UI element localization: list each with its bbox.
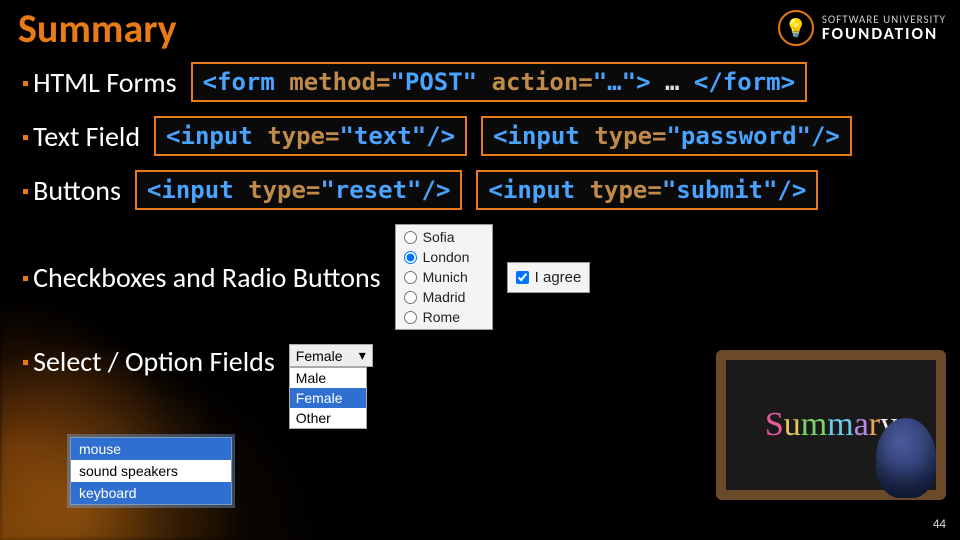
code-input-password: <input type="password"/> [481, 116, 852, 156]
dd-opt-other[interactable]: Other [290, 408, 366, 428]
listbox-demo[interactable]: mouse sound speakers keyboard [70, 437, 232, 505]
checkbox-iagree[interactable]: I agree [507, 262, 591, 293]
dd-opt-male[interactable]: Male [290, 368, 366, 388]
chevron-down-icon: ▾ [359, 347, 366, 364]
page-number: 44 [933, 517, 946, 532]
code-input-text: <input type="text"/> [154, 116, 467, 156]
bullet-text-field: ▪Text Field [22, 119, 140, 154]
mascot-icon [876, 418, 936, 498]
dd-opt-female[interactable]: Female [290, 388, 366, 408]
row-html-forms: ▪HTML Forms <form method="POST" action="… [22, 62, 940, 102]
row-buttons: ▪Buttons <input type="reset"/> <input ty… [22, 170, 940, 210]
row-checkboxes: ▪Checkboxes and Radio Buttons Sofia Lond… [22, 224, 940, 330]
code-input-reset: <input type="reset"/> [135, 170, 462, 210]
bullet-select: ▪Select / Option Fields [22, 344, 275, 379]
code-form-tag: <form method="POST" action="…"> … </form… [191, 62, 807, 102]
code-input-submit: <input type="submit"/> [476, 170, 818, 210]
list-opt-speakers[interactable]: sound speakers [71, 460, 231, 482]
bullet-html-forms: ▪HTML Forms [22, 65, 177, 100]
dropdown-gender-demo[interactable]: Female▾ Male Female Other [289, 344, 373, 429]
radio-sofia[interactable]: Sofia [404, 229, 484, 245]
bullet-checkboxes: ▪Checkboxes and Radio Buttons [22, 260, 381, 295]
logo-line2: FOUNDATION [822, 25, 946, 42]
radio-madrid[interactable]: Madrid [404, 289, 484, 305]
radio-rome[interactable]: Rome [404, 309, 484, 325]
radio-london[interactable]: London [404, 249, 484, 265]
list-opt-keyboard[interactable]: keyboard [71, 482, 231, 504]
radio-group-demo: Sofia London Munich Madrid Rome [395, 224, 493, 330]
row-text-field: ▪Text Field <input type="text"/> <input … [22, 116, 940, 156]
slide-title: Summary [18, 4, 177, 53]
chalkboard-text: Summary [765, 406, 897, 444]
list-opt-mouse[interactable]: mouse [71, 438, 231, 460]
radio-munich[interactable]: Munich [404, 269, 484, 285]
chalkboard-image: Summary [716, 350, 946, 500]
bullet-buttons: ▪Buttons [22, 173, 121, 208]
lightbulb-icon: 💡 [778, 10, 814, 46]
logo: 💡 SOFTWARE UNIVERSITY FOUNDATION [778, 10, 946, 46]
